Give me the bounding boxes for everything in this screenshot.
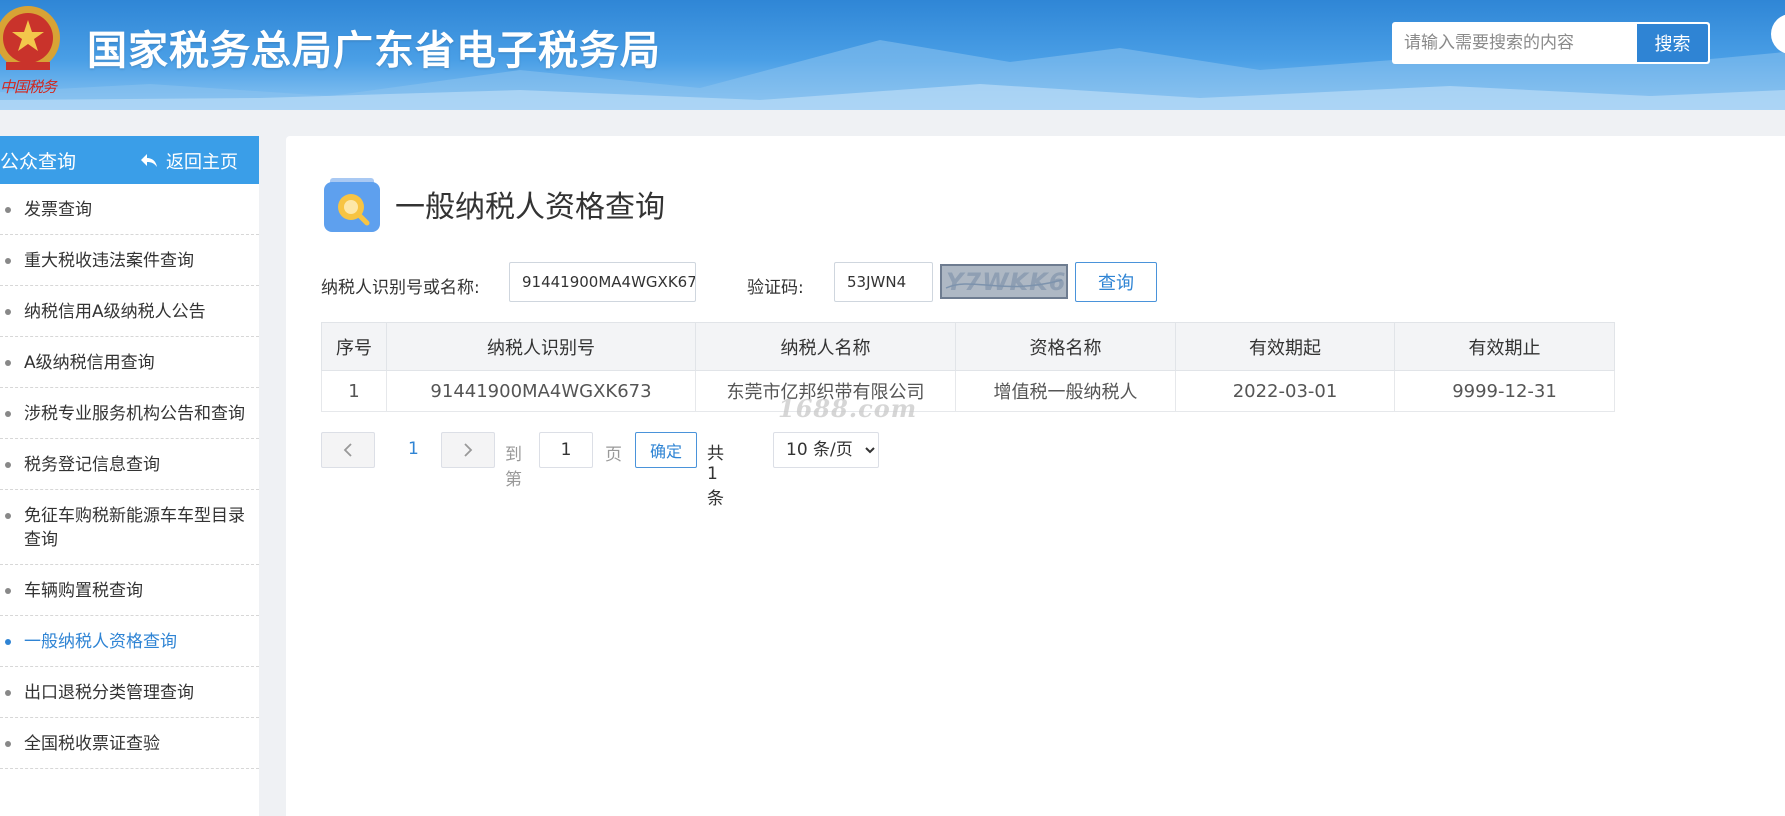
- sidebar-item[interactable]: 一般纳税人资格查询: [0, 616, 259, 667]
- bullet-dot-icon: [5, 690, 11, 696]
- sidebar-item-label: 税务登记信息查询: [24, 455, 160, 475]
- page-title: 一般纳税人资格查询: [395, 190, 665, 225]
- back-home-label: 返回主页: [166, 152, 238, 173]
- bullet-dot-icon: [5, 741, 11, 747]
- table-cell: 2022-03-01: [1175, 370, 1395, 412]
- sidebar-item-label: 纳税信用A级纳税人公告: [24, 302, 206, 322]
- sidebar-item[interactable]: 重大税收违法案件查询: [0, 235, 259, 286]
- sidebar-item[interactable]: 全国税收票证查验: [0, 718, 259, 769]
- search-bar: 搜索: [1392, 22, 1710, 64]
- column-header: 纳税人识别号: [386, 322, 696, 371]
- bullet-dot-icon: [5, 588, 11, 594]
- table-cell: 9999-12-31: [1394, 370, 1615, 412]
- sidebar-item[interactable]: 涉税专业服务机构公告和查询: [0, 388, 259, 439]
- sidebar-item-label: 发票查询: [24, 200, 92, 220]
- sidebar-item[interactable]: 纳税信用A级纳税人公告: [0, 286, 259, 337]
- chevron-right-icon: [464, 443, 473, 457]
- reply-arrow-icon: [141, 154, 157, 167]
- taxpayer-id-input[interactable]: [509, 262, 696, 302]
- column-header: 有效期起: [1175, 322, 1395, 371]
- table-cell: 1: [321, 370, 387, 412]
- table-cell: 增值税一般纳税人: [955, 370, 1176, 412]
- current-page-number[interactable]: 1: [408, 439, 419, 459]
- captcha-input[interactable]: [834, 262, 933, 302]
- bullet-dot-icon: [5, 207, 11, 213]
- taxpayer-label: 纳税人识别号或名称:: [321, 278, 480, 298]
- sidebar-item[interactable]: 免征车购税新能源车车型目录查询: [0, 490, 259, 565]
- sidebar: 公众查询 返回主页 发票查询重大税收违法案件查询 纳税信用A级纳税人公告 A级纳税信…: [0, 136, 259, 816]
- site-header: 中国税务 国家税务总局广东省电子税务局 搜索: [0, 0, 1785, 110]
- chevron-left-icon: [343, 443, 352, 457]
- captcha-noise: [945, 279, 1063, 289]
- bullet-dot-icon: [5, 462, 11, 468]
- table-body: 1 91441900MA4WGXK673 东莞市亿邦织带有限公司 增值税一般纳税人 20…: [321, 370, 1615, 412]
- goto-label: 到第: [505, 445, 522, 490]
- table-row: 1 91441900MA4WGXK673 东莞市亿邦织带有限公司 增值税一般纳税人 20…: [321, 370, 1615, 412]
- prev-page-button[interactable]: [321, 432, 375, 468]
- column-header: 纳税人名称: [695, 322, 956, 371]
- captcha-image[interactable]: Y7WKK6: [940, 264, 1068, 299]
- table-header-row: 序号 纳税人识别号 纳税人名称 资格名称 有效期起 有效期止: [321, 322, 1615, 371]
- column-header: 资格名称: [955, 322, 1176, 371]
- page-unit-label: 页: [605, 445, 622, 465]
- sidebar-item[interactable]: 车辆购置税查询: [0, 565, 259, 616]
- emblem-caption: 中国税务: [0, 78, 57, 96]
- results-table: 序号 纳税人识别号 纳税人名称 资格名称 有效期起 有效期止 1 91441900MA4WG…: [321, 322, 1615, 412]
- bullet-dot-icon: [5, 309, 11, 315]
- sidebar-item-label: 车辆购置税查询: [24, 581, 143, 601]
- sidebar-item-label: 涉税专业服务机构公告和查询: [24, 404, 245, 424]
- page-size-select[interactable]: 10 条/页: [773, 432, 879, 468]
- total-count: 共 1 条: [707, 444, 724, 509]
- sidebar-item[interactable]: A级纳税信用查询: [0, 337, 259, 388]
- query-button[interactable]: 查询: [1075, 262, 1157, 302]
- sidebar-item-label: 全国税收票证查验: [24, 734, 160, 754]
- main-panel: 一般纳税人资格查询 纳税人识别号或名称: 验证码: Y7WKK6 查询 序号纳税…: [286, 136, 1785, 816]
- bullet-dot-icon: [5, 258, 11, 264]
- sidebar-item-label: 重大税收违法案件查询: [24, 251, 194, 271]
- sidebar-item[interactable]: 税务登记信息查询: [0, 439, 259, 490]
- site-title: 国家税务总局广东省电子税务局: [87, 28, 661, 74]
- search-app-icon: [324, 178, 380, 232]
- sidebar-item[interactable]: 出口退税分类管理查询: [0, 667, 259, 718]
- sidebar-header: 公众查询 返回主页: [0, 136, 259, 184]
- captcha-label: 验证码:: [747, 278, 804, 298]
- bullet-dot-icon: [5, 411, 11, 417]
- bullet-dot-icon: [5, 360, 11, 366]
- bullet-dot-icon: [5, 513, 11, 519]
- next-page-button[interactable]: [441, 432, 495, 468]
- sidebar-item-label: 出口退税分类管理查询: [24, 683, 194, 703]
- back-home-link[interactable]: 返回主页: [140, 148, 238, 174]
- search-input[interactable]: [1392, 22, 1638, 64]
- sidebar-item-label: 一般纳税人资格查询: [24, 632, 177, 652]
- search-button[interactable]: 搜索: [1637, 24, 1708, 62]
- column-header: 序号: [321, 322, 387, 371]
- goto-page-input[interactable]: [539, 432, 593, 468]
- sidebar-item[interactable]: 发票查询: [0, 184, 259, 235]
- bullet-dot-icon: [5, 639, 11, 645]
- sidebar-menu: 发票查询重大税收违法案件查询 纳税信用A级纳税人公告 A级纳税信用查询涉税专业服务机…: [0, 184, 259, 769]
- goto-confirm-button[interactable]: 确定: [635, 432, 697, 468]
- sidebar-item-label: A级纳税信用查询: [24, 353, 155, 373]
- sidebar-title: 公众查询: [0, 151, 77, 173]
- table-cell: 91441900MA4WGXK673: [386, 370, 696, 412]
- watermark: 1688.com: [778, 394, 918, 423]
- column-header: 有效期止: [1394, 322, 1615, 371]
- sidebar-item-label: 免征车购税新能源车车型目录查询: [24, 506, 245, 550]
